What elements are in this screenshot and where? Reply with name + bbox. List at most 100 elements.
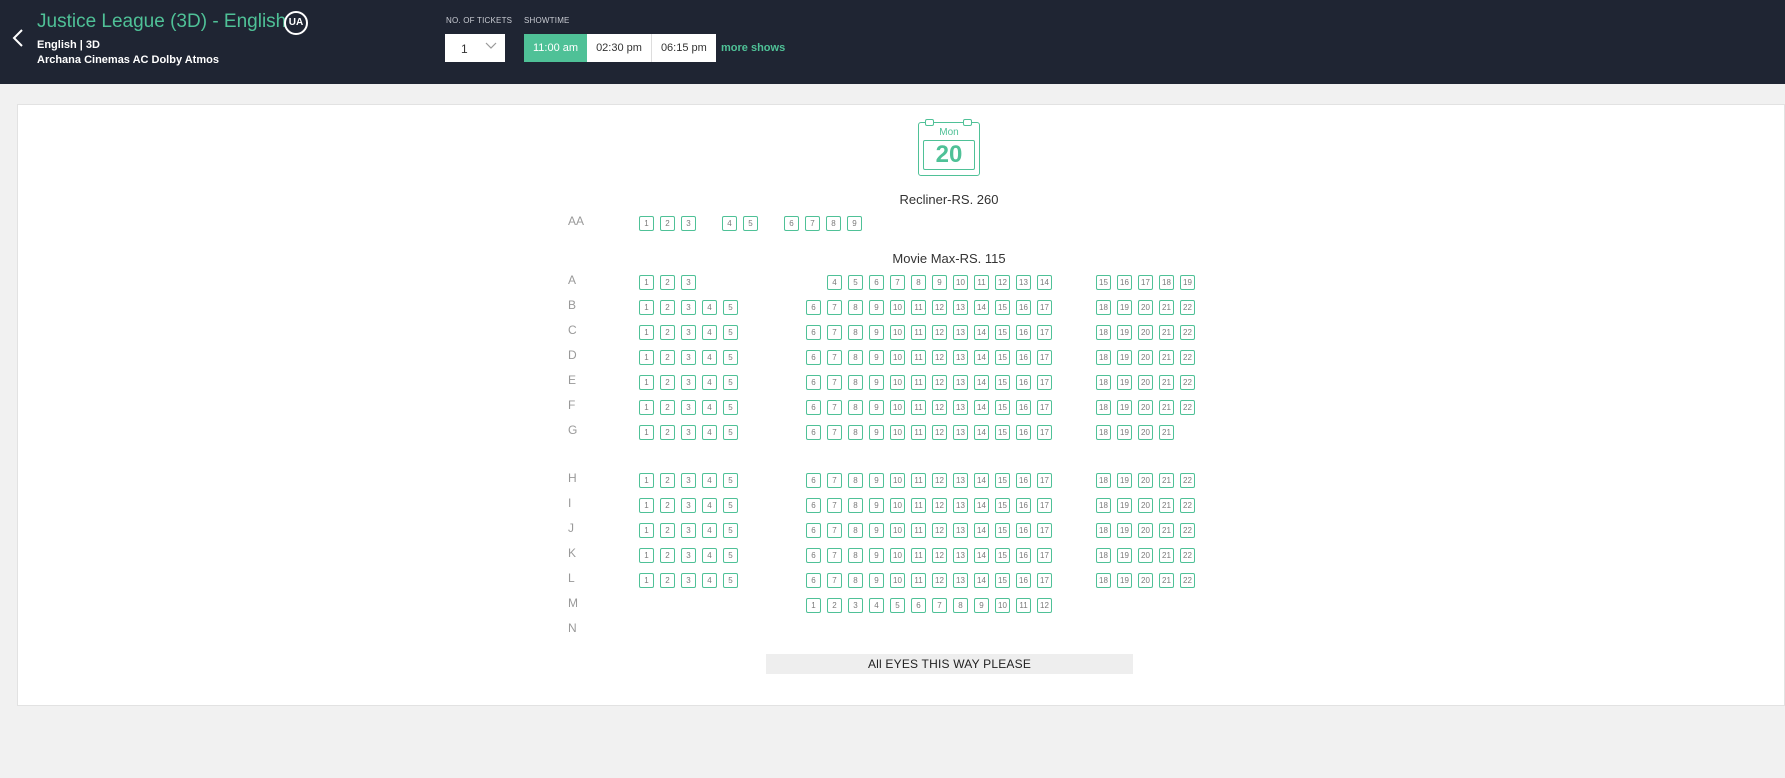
seat-button[interactable]: 7 [827,300,842,315]
seat-button[interactable]: 12 [932,425,947,440]
seat-button[interactable]: 12 [932,350,947,365]
seat-button[interactable]: 17 [1037,300,1052,315]
seat-button[interactable]: 5 [723,523,738,538]
seat-button[interactable]: 12 [932,400,947,415]
seat-button[interactable]: 20 [1138,548,1153,563]
seat-button[interactable]: 2 [660,325,675,340]
seat-button[interactable]: 8 [826,216,841,231]
seat-button[interactable]: 5 [723,350,738,365]
seat-button[interactable]: 18 [1096,548,1111,563]
seat-button[interactable]: 12 [932,573,947,588]
seat-button[interactable]: 2 [660,498,675,513]
seat-button[interactable]: 5 [723,498,738,513]
seat-button[interactable]: 3 [681,375,696,390]
seat-button[interactable]: 11 [1016,598,1031,613]
seat-button[interactable]: 7 [827,548,842,563]
seat-button[interactable]: 3 [681,216,696,231]
seat-button[interactable]: 11 [974,275,989,290]
seat-button[interactable]: 21 [1159,350,1174,365]
seat-button[interactable]: 9 [869,400,884,415]
seat-button[interactable]: 15 [995,498,1010,513]
seat-button[interactable]: 6 [806,375,821,390]
seat-button[interactable]: 5 [723,325,738,340]
seat-button[interactable]: 20 [1138,375,1153,390]
seat-button[interactable]: 8 [848,523,863,538]
seat-button[interactable]: 22 [1180,498,1195,513]
seat-button[interactable]: 2 [660,548,675,563]
seat-button[interactable]: 12 [932,523,947,538]
seat-button[interactable]: 12 [932,300,947,315]
seat-button[interactable]: 17 [1037,350,1052,365]
seat-button[interactable]: 3 [681,523,696,538]
seat-button[interactable]: 4 [702,425,717,440]
seat-button[interactable]: 6 [806,573,821,588]
seat-button[interactable]: 14 [974,375,989,390]
seat-button[interactable]: 13 [953,473,968,488]
seat-button[interactable]: 18 [1096,473,1111,488]
seat-button[interactable]: 9 [869,523,884,538]
seat-button[interactable]: 3 [681,573,696,588]
seat-button[interactable]: 8 [848,473,863,488]
chevron-left-icon[interactable] [8,26,28,50]
seat-button[interactable]: 12 [1037,598,1052,613]
seat-button[interactable]: 3 [681,548,696,563]
seat-button[interactable]: 17 [1037,325,1052,340]
seat-button[interactable]: 1 [639,473,654,488]
seat-button[interactable]: 9 [869,350,884,365]
seat-button[interactable]: 17 [1037,425,1052,440]
seat-button[interactable]: 1 [639,573,654,588]
seat-button[interactable]: 7 [827,425,842,440]
seat-button[interactable]: 5 [848,275,863,290]
seat-button[interactable]: 6 [806,425,821,440]
seat-button[interactable]: 20 [1138,573,1153,588]
seat-button[interactable]: 9 [869,375,884,390]
seat-button[interactable]: 10 [890,573,905,588]
seat-button[interactable]: 12 [932,498,947,513]
seat-button[interactable]: 13 [953,350,968,365]
seat-button[interactable]: 22 [1180,300,1195,315]
seat-button[interactable]: 11 [911,400,926,415]
seat-button[interactable]: 5 [723,425,738,440]
seat-button[interactable]: 4 [702,300,717,315]
seat-button[interactable]: 7 [827,350,842,365]
seat-button[interactable]: 17 [1037,400,1052,415]
seat-button[interactable]: 1 [639,498,654,513]
seat-button[interactable]: 2 [660,473,675,488]
seat-button[interactable]: 16 [1016,350,1031,365]
seat-button[interactable]: 9 [869,573,884,588]
seat-button[interactable]: 20 [1138,523,1153,538]
seat-button[interactable]: 8 [848,573,863,588]
seat-button[interactable]: 19 [1117,548,1132,563]
seat-button[interactable]: 11 [911,523,926,538]
seat-button[interactable]: 22 [1180,325,1195,340]
seat-button[interactable]: 9 [869,300,884,315]
seat-button[interactable]: 17 [1037,548,1052,563]
seat-button[interactable]: 22 [1180,473,1195,488]
seat-button[interactable]: 10 [890,523,905,538]
seat-button[interactable]: 8 [953,598,968,613]
seat-button[interactable]: 20 [1138,425,1153,440]
seat-button[interactable]: 15 [995,523,1010,538]
seat-button[interactable]: 2 [660,350,675,365]
seat-button[interactable]: 18 [1096,375,1111,390]
seat-button[interactable]: 6 [806,325,821,340]
seat-button[interactable]: 16 [1016,300,1031,315]
seat-button[interactable]: 6 [806,523,821,538]
seat-button[interactable]: 4 [869,598,884,613]
seat-button[interactable]: 13 [953,375,968,390]
seat-button[interactable]: 12 [932,473,947,488]
seat-button[interactable]: 4 [702,498,717,513]
seat-button[interactable]: 8 [848,375,863,390]
seat-button[interactable]: 3 [681,498,696,513]
seat-button[interactable]: 13 [953,523,968,538]
seat-button[interactable]: 19 [1117,325,1132,340]
seat-button[interactable]: 19 [1117,400,1132,415]
seat-button[interactable]: 16 [1016,375,1031,390]
seat-button[interactable]: 9 [869,325,884,340]
seat-button[interactable]: 2 [660,400,675,415]
seat-button[interactable]: 7 [932,598,947,613]
seat-button[interactable]: 15 [995,400,1010,415]
seat-button[interactable]: 18 [1096,425,1111,440]
seat-button[interactable]: 8 [848,325,863,340]
seat-button[interactable]: 13 [953,425,968,440]
